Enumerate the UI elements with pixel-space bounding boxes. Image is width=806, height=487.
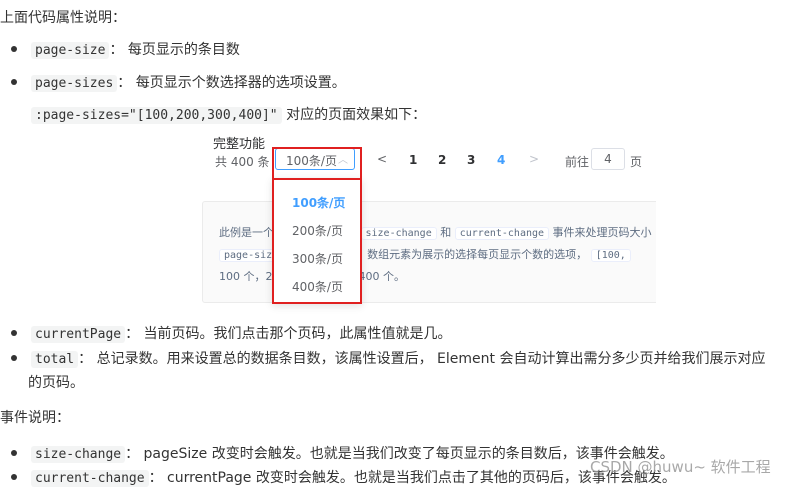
desc-text: 组，数组元素为展示的选择每页显示个数的选项， [345,248,588,261]
desc-text: 此例是一个 [219,226,274,239]
shot-title: 完整功能 [213,137,266,152]
prev-page-icon[interactable]: < [377,152,387,166]
code-size-change: size-change [31,446,126,463]
code-total: total [31,351,79,368]
desc-code: [100, [590,249,631,262]
page-sizes-example: :page-sizes="[100,200,300,400]" 对应的页面效果如… [31,104,426,124]
props-heading: 上面代码属性说明： [0,10,126,26]
page-sizes-example-desc: 对应的页面效果如下： [281,107,427,123]
list-item-size-change: size-change： pageSize 改变时会触发。也就是当我们改变了每页… [11,443,674,463]
option-400[interactable]: 400条/页 [292,278,343,295]
pagination-total: 共 400 条 [215,155,270,169]
list-item-page-size: page-size： 每页显示的条目数 [11,39,240,59]
desc-code: size-change [360,227,437,240]
desc-text: 100 个，2 [219,270,273,283]
list-item-current-change: current-change： currentPage 改变时会触发。也就是当我… [11,467,676,487]
code-page-size: page-size [31,42,110,59]
events-heading: 事件说明： [0,410,70,426]
option-300[interactable]: 300条/页 [292,250,343,267]
desc-text: 事件来处理页码大小 [552,226,652,239]
total-desc: ： 总记录数。用来设置总的数据条目数，该属性设置后， Element 会自动计算… [78,351,766,367]
option-100[interactable]: 100条/页 [292,194,345,211]
desc-code: current-change [454,227,550,240]
current-page-desc: ： 当前页码。我们点击那个页码，此属性值就是几。 [125,326,452,342]
list-item-page-sizes: page-sizes： 每页显示个数选择器的选项设置。 [11,72,346,92]
page-3[interactable]: 3 [467,153,475,167]
goto-input[interactable]: 4 [591,148,625,170]
page-unit: 页 [630,155,643,169]
page-size-desc: ： 每页显示的条目数 [109,42,240,58]
code-page-sizes: page-sizes [31,75,118,92]
option-200[interactable]: 200条/页 [292,222,343,239]
csdn-watermark: CSDN @huwu~ 软件工程 [590,458,771,476]
page-1[interactable]: 1 [409,153,417,167]
list-item-current-page: currentPage： 当前页码。我们点击那个页码，此属性值就是几。 [11,323,452,343]
desc-text: 和 [440,226,452,239]
total-desc-cont: 的页码。 [28,375,84,391]
desc-text: 400 个。 [358,270,406,283]
code-current-page: currentPage [31,326,126,343]
page-2[interactable]: 2 [438,153,446,167]
page-sizes-desc: ： 每页显示个数选择器的选项设置。 [117,75,346,91]
page-size-dropdown: 100条/页 200条/页 300条/页 400条/页 [272,178,362,304]
page-4[interactable]: 4 [497,153,505,167]
highlight-frame [272,147,362,181]
list-item-total: total： 总记录数。用来设置总的数据条目数，该属性设置后， Element … [10,348,766,368]
code-page-sizes-example: :page-sizes="[100,200,300,400]" [31,107,282,124]
code-current-change: current-change [31,470,149,487]
goto-label: 前往 [565,155,590,169]
description-box: 此例是一个了 size-change 和 current-change 事件来处… [202,201,656,303]
next-page-icon[interactable]: > [529,152,539,166]
pagination-screenshot: 完整功能 共 400 条 100条/页 ︿ < 1 2 3 4 > 前往 4 页… [193,127,656,307]
